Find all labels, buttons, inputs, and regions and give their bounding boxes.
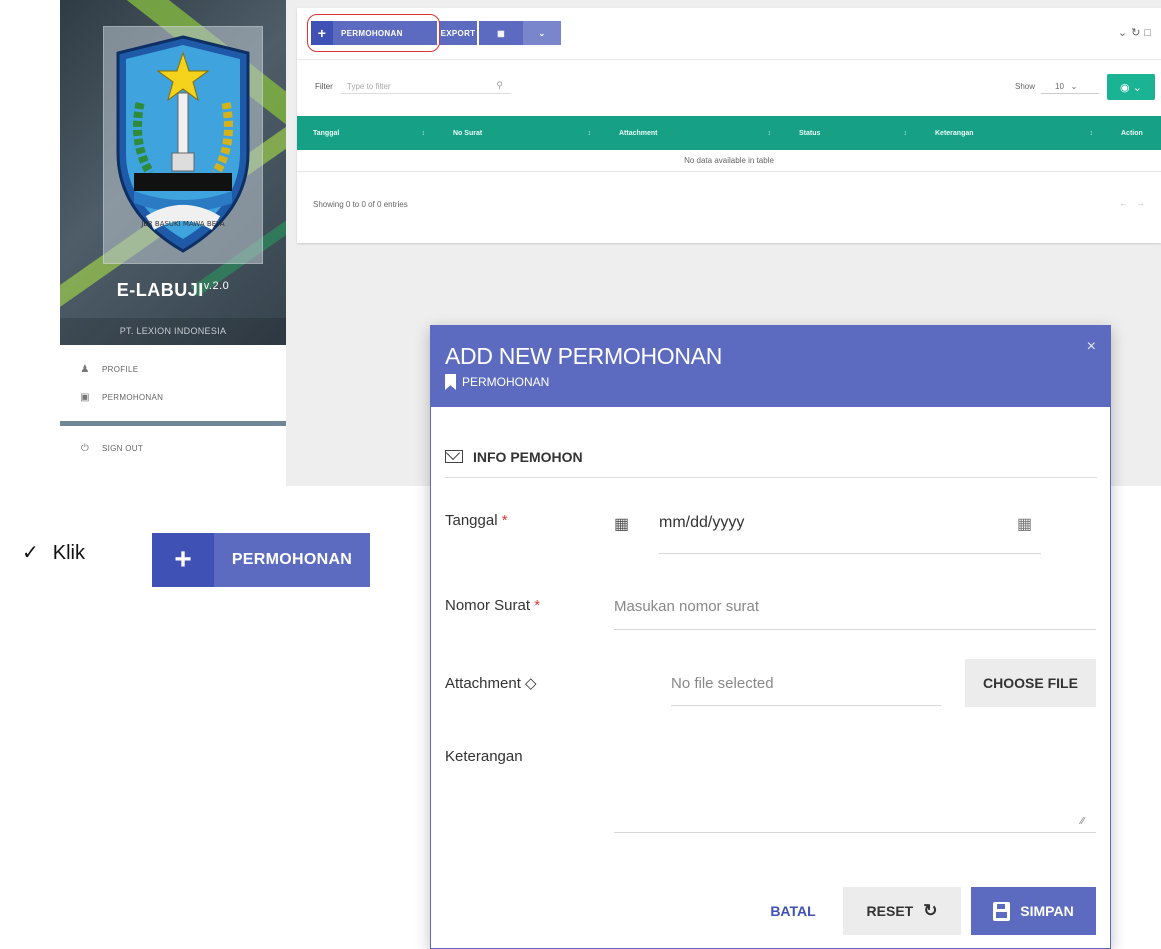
sidebar: JER BASUKI MAWA BEYA E-LABUJIv.2.0 PT. L… (60, 0, 286, 486)
show-label: Show (1014, 82, 1035, 91)
keterangan-label: Keterangan (445, 748, 523, 765)
filter-label: Filter (315, 82, 333, 91)
close-icon[interactable]: × (1087, 338, 1096, 356)
eye-icon: ◉ (1120, 81, 1130, 94)
table-header: Tanggal ↕ No Surat ↕ Attachment ↕ Status ↕ K… (297, 116, 1161, 150)
logo-motto: JER BASUKI MAWA BEYA (140, 220, 225, 228)
sidebar-item-label: SIGN OUT (102, 443, 144, 453)
nav-divider (60, 421, 286, 426)
filter-input[interactable]: Type to filter ⚲ (341, 74, 511, 94)
permohonan-button-illustration: + PERMOHONAN (152, 533, 370, 587)
chevron-down-icon: ⌄ (538, 28, 546, 38)
panel-controls: ⌄↻□ (1118, 26, 1155, 39)
attachment-underline (671, 705, 941, 706)
calendar-icon: ▦ (614, 516, 630, 533)
column-header-keterangan[interactable]: Keterangan ↕ (919, 130, 1105, 137)
bookmark-icon (445, 374, 456, 390)
column-header-attachment[interactable]: Attachment ↕ (603, 130, 783, 137)
search-icon: ⚲ (496, 80, 503, 90)
export-dropdown-button[interactable]: ⌄ (523, 21, 561, 45)
export-button[interactable]: EXPORT (439, 21, 477, 45)
logo-frame: JER BASUKI MAWA BEYA (103, 26, 263, 264)
nomor-surat-input[interactable]: Masukan nomor surat (614, 598, 759, 615)
attachment-label: Attachment ◇ (445, 675, 537, 692)
sidebar-item-sign-out[interactable]: ⏻ SIGN OUT (60, 434, 286, 462)
modal-title: ADD NEW PERMOHONAN (445, 343, 723, 369)
refresh-icon: ↻ (923, 901, 938, 920)
reset-button[interactable]: RESET ↻ (843, 887, 961, 935)
collapse-icon[interactable]: ⌄ (1118, 27, 1131, 39)
simpan-button[interactable]: SIMPAN (971, 887, 1096, 935)
column-header-no-surat[interactable]: No Surat ↕ (437, 130, 603, 137)
keterangan-underline (614, 832, 1096, 833)
file-name-display: No file selected (671, 675, 774, 692)
spreadsheet-icon: ▦ (497, 28, 505, 38)
add-permohonan-modal: ADD NEW PERMOHONAN PERMOHONAN × INFO PEM… (430, 325, 1111, 949)
power-icon: ⏻ (80, 442, 90, 454)
sidebar-item-profile[interactable]: ♟ PROFILE (60, 355, 286, 383)
sidebar-item-label: PROFILE (102, 364, 139, 374)
permohonan-button-label: PERMOHONAN (231, 551, 353, 568)
plus-icon: + (152, 533, 214, 587)
province-emblem-logo: JER BASUKI MAWA BEYA (116, 35, 250, 253)
fullscreen-icon[interactable]: □ (1144, 27, 1155, 39)
inbox-icon: ▣ (80, 391, 90, 403)
choose-file-button[interactable]: CHOOSE FILE (965, 659, 1096, 707)
checkmark-icon: ✓ (22, 542, 39, 564)
company-name: PT. LEXION INDONESIA (60, 318, 286, 345)
modal-header: ADD NEW PERMOHONAN PERMOHONAN × (431, 326, 1110, 407)
column-header-action: Action (1121, 129, 1143, 137)
envelope-icon (445, 450, 463, 463)
pagination[interactable]: ←→ (1119, 198, 1153, 208)
table-info: Showing 0 to 0 of 0 entries (313, 200, 408, 209)
app-title: E-LABUJIv.2.0 (116, 280, 230, 300)
excel-export-button[interactable]: ▦ (479, 21, 523, 45)
user-icon: ♟ (80, 363, 90, 375)
section-info-pemohon: INFO PEMOHON (445, 436, 1097, 478)
tanggal-input[interactable]: mm/dd/yyyy (659, 514, 744, 532)
resize-handle-icon[interactable]: ∕∕ (1081, 816, 1084, 827)
sidebar-item-label: PERMOHONAN (102, 392, 164, 402)
table-toolbar: + PERMOHONAN EXPORT ▦ ⌄ ⌄↻□ (297, 8, 1161, 60)
highlight-ring (307, 14, 440, 52)
batal-button[interactable]: BATAL (753, 887, 833, 935)
sidebar-item-permohonan[interactable]: ▣ PERMOHONAN (60, 383, 286, 411)
column-toggle-button[interactable]: ◉ ⌄ (1107, 74, 1155, 100)
app-version: v.2.0 (203, 280, 230, 292)
empty-table-message: No data available in table (297, 150, 1161, 172)
table-footer: Showing 0 to 0 of 0 entries ←→ (297, 172, 1161, 232)
modal-subtitle: PERMOHONAN (445, 374, 549, 390)
tanggal-label: Tanggal * (445, 512, 508, 529)
filter-bar: Filter Type to filter ⚲ Show 10 ⌄ ◉ ⌄ (297, 60, 1161, 116)
keterangan-textarea[interactable] (614, 736, 1096, 832)
nomor-surat-label: Nomor Surat * (445, 597, 541, 614)
instruction-text: ✓ Klik (22, 542, 85, 564)
save-icon (993, 901, 1011, 921)
data-table-panel: + PERMOHONAN EXPORT ▦ ⌄ ⌄↻□ Filter Type … (297, 8, 1161, 243)
refresh-icon[interactable]: ↻ (1131, 27, 1144, 39)
page-size-select[interactable]: 10 ⌄ (1041, 74, 1099, 94)
tag-icon: ◇ (525, 675, 537, 692)
column-header-tanggal[interactable]: Tanggal ↕ (297, 130, 437, 137)
tanggal-underline (659, 553, 1041, 554)
column-header-status[interactable]: Status ↕ (783, 130, 919, 137)
date-picker-icon[interactable]: ▦ (1017, 514, 1032, 534)
nomor-surat-underline (614, 629, 1096, 630)
brand-header: JER BASUKI MAWA BEYA E-LABUJIv.2.0 PT. L… (60, 0, 286, 345)
